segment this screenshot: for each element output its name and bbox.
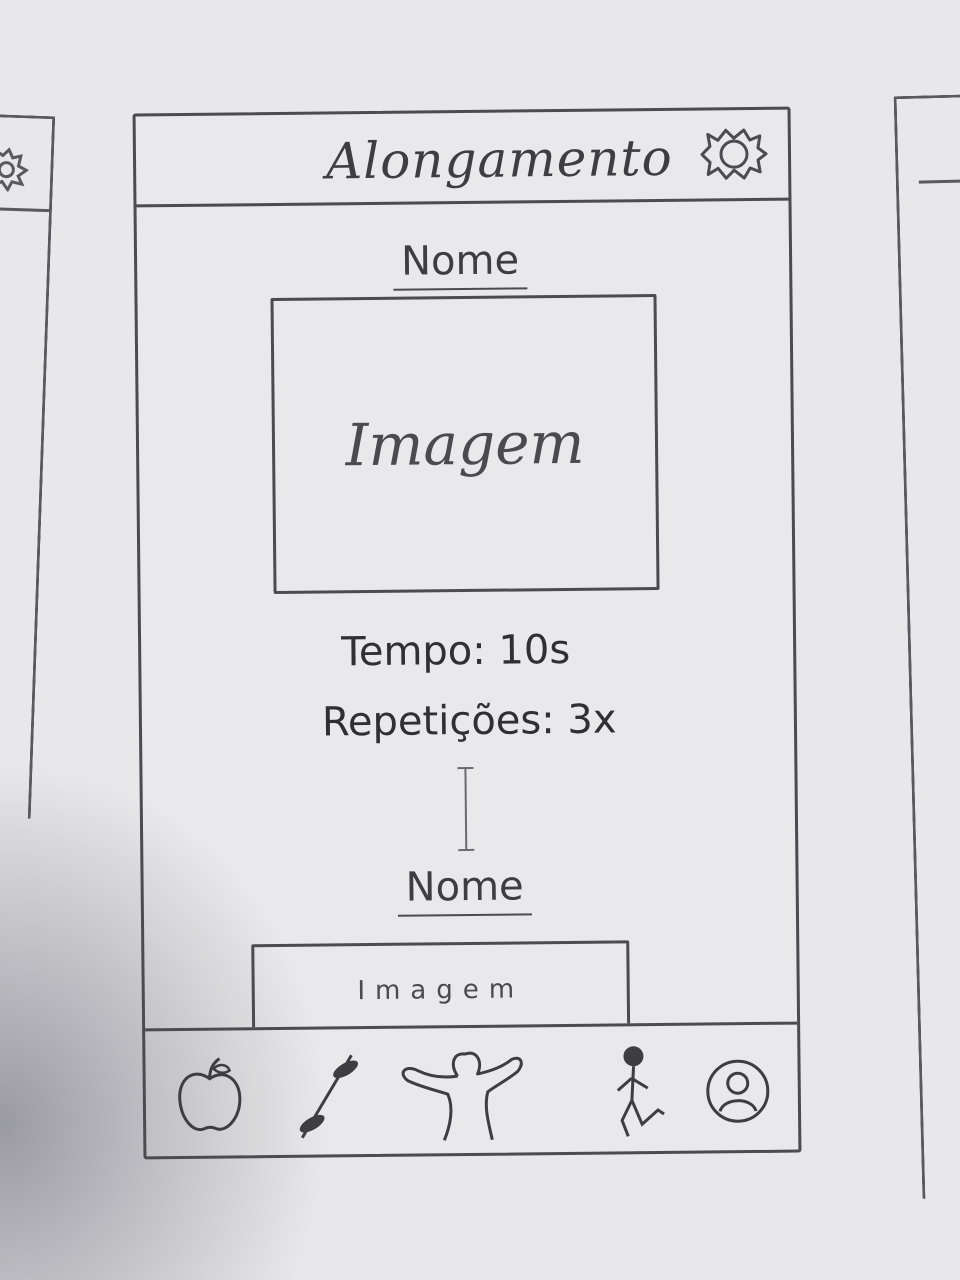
scroll-indicator: [464, 767, 468, 852]
neighbor-header-divider: [918, 179, 960, 184]
exercise-list[interactable]: Nome Imagem Tempo: 10s Repetições: 3x No…: [137, 201, 798, 1029]
exercise-name: Nome: [397, 863, 532, 917]
phone-screen: Alongamento Nome Imagem Tempo: 10s Repet…: [132, 106, 802, 1160]
nav-item-stretching[interactable]: [391, 1045, 542, 1143]
barbell-icon: [299, 1054, 358, 1139]
image-placeholder-label: Imagem: [345, 408, 585, 480]
settings-button[interactable]: [698, 126, 769, 183]
nav-item-nutrition[interactable]: [173, 1048, 246, 1145]
exercise-repetitions: Repetições: 3x: [321, 696, 617, 746]
bottom-navigation: [145, 1021, 799, 1157]
nav-item-profile[interactable]: [701, 1043, 774, 1140]
exercise-duration: Tempo: 10s: [340, 626, 571, 676]
exercise-name: Nome: [392, 237, 528, 291]
neighbor-header-divider: [0, 207, 50, 213]
stretching-person-icon: [401, 1051, 523, 1141]
nav-item-running[interactable]: [611, 1044, 672, 1141]
running-person-icon: [616, 1046, 665, 1137]
neighbor-screen-left: [0, 114, 56, 819]
exercise-image-placeholder: Imagem: [270, 293, 660, 595]
image-placeholder-label: Imagem: [357, 974, 525, 1007]
neighbor-screen-right: [893, 94, 960, 1199]
app-header: Alongamento: [135, 109, 789, 208]
apple-icon: [178, 1057, 242, 1132]
page-title: Alongamento: [325, 128, 673, 191]
gear-icon: [700, 128, 768, 180]
nav-item-workout[interactable]: [289, 1047, 370, 1144]
profile-icon: [706, 1059, 770, 1123]
gear-icon: [0, 147, 30, 193]
exercise-image-placeholder: Imagem: [251, 940, 631, 1029]
